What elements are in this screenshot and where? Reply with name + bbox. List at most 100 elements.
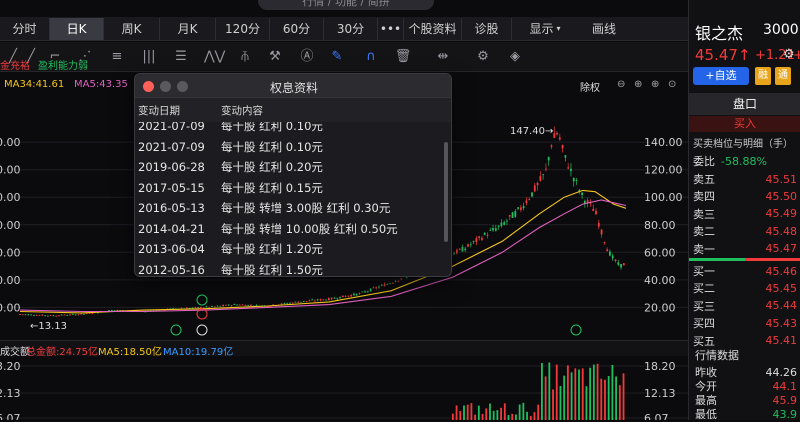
- draw-line-button[interactable]: 画线: [578, 18, 630, 40]
- candle-body: [80, 313, 83, 315]
- layers-icon[interactable]: ◈: [506, 48, 524, 66]
- ask-row[interactable]: 卖五 45.51: [689, 171, 800, 187]
- candle-body: [294, 301, 297, 303]
- stock-info-button[interactable]: 个股资料: [404, 17, 462, 40]
- bid-row[interactable]: 买二 45.45: [689, 280, 800, 296]
- row-content: 每十股 红利 0.10元: [221, 122, 323, 134]
- close-icon[interactable]: [196, 324, 208, 336]
- ask-price: 45.50: [765, 189, 798, 203]
- fib-tool-icon[interactable]: ☰: [172, 48, 190, 66]
- tab-60min[interactable]: 60分: [270, 17, 324, 40]
- volume-tick-label: 6.07: [644, 412, 669, 420]
- display-dropdown[interactable]: 显示 ▾: [512, 18, 578, 40]
- display-label: 显示: [529, 22, 554, 36]
- hammer-tool-icon[interactable]: ⚒: [266, 48, 284, 66]
- candle-body: [347, 295, 350, 297]
- volume-bar: [570, 372, 573, 420]
- candle-body: [316, 299, 319, 301]
- candle-body: [311, 299, 314, 301]
- candle-body: [41, 314, 44, 316]
- bid-price: 45.43: [765, 316, 798, 330]
- crosshair-icon[interactable]: ⇹: [434, 48, 452, 66]
- gear-icon[interactable]: ⚙: [783, 47, 795, 62]
- volume-chart[interactable]: 18.20 3.20 12.13 2.13 6.07 6.07: [0, 356, 688, 420]
- buy-button[interactable]: 买入: [689, 116, 800, 132]
- table-row[interactable]: 2016-05-13 每十股 转增 3.00股 红利 0.30元: [135, 198, 451, 219]
- diagnose-button[interactable]: 诊股: [462, 17, 512, 40]
- text-tool-icon[interactable]: Ⓐ: [298, 48, 316, 66]
- bid-row[interactable]: 买三 45.44: [689, 298, 800, 314]
- margin-badge: 融: [755, 67, 771, 85]
- table-row[interactable]: 2013-06-04 每十股 红利 1.20元: [135, 239, 451, 260]
- candle-body: [83, 313, 85, 315]
- search-input[interactable]: 行情 / 功能 / 简拼: [258, 0, 434, 10]
- bid-row[interactable]: 买一 45.46: [689, 263, 800, 279]
- event-marker[interactable]: [196, 294, 208, 306]
- zoom-in-icon[interactable]: ⊕: [634, 79, 642, 90]
- event-marker[interactable]: [170, 324, 182, 336]
- tab-weekly-k[interactable]: 周K: [104, 17, 160, 40]
- volume-bar: [463, 405, 465, 420]
- ask-row[interactable]: 卖四 45.50: [689, 188, 800, 204]
- candle-body: [553, 133, 556, 138]
- y-tick-label: 140.00: [644, 136, 683, 149]
- tab-minute[interactable]: 分时: [0, 17, 50, 40]
- candle-body: [24, 314, 27, 316]
- y-tick-label-left: 0.00: [0, 164, 21, 177]
- scrollbar[interactable]: [444, 142, 448, 242]
- add-watchlist-button[interactable]: +自选: [693, 67, 749, 85]
- pen-tool-icon[interactable]: ✎: [328, 48, 346, 66]
- candle-body: [472, 240, 475, 242]
- volume-tick-label-left: 6.07: [0, 412, 21, 420]
- ask-label: 卖二: [693, 225, 715, 239]
- candle-body: [314, 300, 316, 302]
- table-body[interactable]: 2021-07-09 每十股 红利 0.10元 2021-07-09 每十股 红利 0…: [135, 122, 451, 276]
- gann-tool-icon[interactable]: |||: [140, 48, 158, 66]
- table-row[interactable]: 2017-05-15 每十股 红利 0.15元: [135, 178, 451, 199]
- candle-body: [291, 302, 294, 304]
- settings-icon[interactable]: ⊙: [668, 79, 676, 90]
- dialog-titlebar[interactable]: 权息资料: [135, 74, 451, 98]
- ask-row[interactable]: 卖三 45.49: [689, 206, 800, 222]
- tab-monthly-k[interactable]: 月K: [160, 17, 216, 40]
- volume-bar: [507, 415, 510, 420]
- trash-icon[interactable]: 🗑: [394, 48, 412, 66]
- channel-tool-icon[interactable]: ≡: [108, 48, 126, 66]
- candle-body: [110, 310, 113, 311]
- candle-body: [383, 284, 386, 287]
- more-button[interactable]: •••: [378, 17, 404, 40]
- gear-icon[interactable]: ⚙: [474, 48, 492, 66]
- event-marker[interactable]: [570, 324, 582, 336]
- pitchfork-tool-icon[interactable]: ⫚: [236, 48, 254, 66]
- table-row[interactable]: 2014-04-21 每十股 转增 10.00股 红利 0.50元: [135, 219, 451, 240]
- tab-daily-k[interactable]: 日K: [50, 17, 104, 40]
- bid-row[interactable]: 买四 45.43: [689, 315, 800, 331]
- tab-order-book[interactable]: 盘口: [689, 93, 800, 115]
- candle-body: [581, 192, 583, 195]
- bid-label: 买一: [693, 265, 715, 278]
- tab-120min[interactable]: 120分: [216, 17, 270, 40]
- candle-body: [33, 315, 35, 317]
- bid-label: 买三: [693, 299, 715, 313]
- candle-body: [364, 291, 366, 293]
- y-tick-label-left: 0.00: [0, 136, 21, 149]
- table-row[interactable]: 2021-07-09 每十股 红利 0.10元: [135, 122, 451, 137]
- candle-body: [600, 229, 603, 235]
- candle-body: [60, 314, 63, 316]
- magnet-icon[interactable]: ∩: [362, 48, 380, 66]
- wave-tool-icon[interactable]: ⋀⋁: [204, 48, 225, 66]
- ask-row[interactable]: 卖二 45.48: [689, 223, 800, 239]
- table-row[interactable]: 2021-07-09 每十股 红利 0.10元: [135, 137, 451, 158]
- table-row[interactable]: 2012-05-16 每十股 红利 1.50元: [135, 260, 451, 276]
- tab-30min[interactable]: 30分: [324, 17, 378, 40]
- zoom-out-icon[interactable]: ⊖: [617, 79, 625, 90]
- table-row[interactable]: 2019-06-28 每十股 红利 0.20元: [135, 157, 451, 178]
- row-content: 每十股 红利 0.10元: [221, 139, 323, 154]
- candle-body: [219, 305, 222, 307]
- volume-bar: [455, 405, 458, 420]
- zoom-in-icon[interactable]: ⊕: [651, 79, 659, 90]
- y-tick-label: 40.00: [644, 274, 676, 287]
- ask-row[interactable]: 卖一 45.47: [689, 241, 800, 257]
- candle-body: [545, 168, 547, 170]
- row-date: 2017-05-15: [138, 180, 205, 195]
